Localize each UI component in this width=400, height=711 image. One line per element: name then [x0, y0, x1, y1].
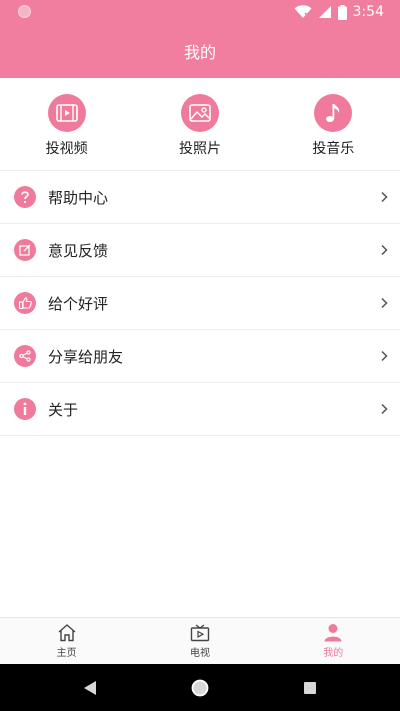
cast-photo-button[interactable]: 投照片: [133, 78, 266, 170]
page-title: 我的: [183, 43, 216, 62]
home-nav-button[interactable]: [145, 678, 255, 698]
battery-icon: [337, 4, 347, 20]
cast-music-label: 投音乐: [312, 141, 355, 157]
tab-home[interactable]: 主页: [0, 618, 133, 664]
status-icons: 3:54: [294, 3, 384, 21]
tv-icon: [190, 624, 210, 642]
share-icon: [14, 345, 36, 367]
recents-square-icon: [304, 681, 316, 694]
chevron-right-icon: [381, 403, 388, 415]
cast-video-button[interactable]: 投视频: [0, 78, 133, 170]
photo-icon: [180, 94, 219, 132]
status-bar: 3:54: [0, 0, 400, 24]
signal-icon: [318, 6, 331, 18]
tab-mine[interactable]: 我的: [267, 618, 400, 664]
help-icon: [14, 186, 36, 208]
home-icon: [58, 624, 76, 642]
back-triangle-icon: [84, 680, 96, 695]
tab-tv-label: 电视: [189, 648, 210, 659]
system-nav-bar: [0, 664, 400, 711]
info-icon: [14, 398, 36, 420]
menu-item-share-label: 分享给朋友: [48, 347, 124, 366]
menu-item-rate[interactable]: 给个好评: [0, 277, 400, 330]
tab-mine-label: 我的: [323, 648, 344, 659]
home-circle-icon: [191, 679, 209, 696]
menu-item-help[interactable]: 帮助中心: [0, 171, 400, 224]
settings-menu: 帮助中心 意见反馈 给个好评 分享给朋友 关于: [0, 171, 400, 436]
notification-dot-icon: [18, 5, 31, 18]
menu-item-share[interactable]: 分享给朋友: [0, 330, 400, 383]
cast-actions: 投视频 投照片 投音乐: [0, 78, 400, 170]
music-icon: [314, 94, 353, 132]
chevron-right-icon: [381, 244, 388, 256]
menu-item-feedback[interactable]: 意见反馈: [0, 224, 400, 277]
video-icon: [47, 94, 86, 132]
user-icon: [324, 624, 342, 642]
cast-photo-label: 投照片: [178, 141, 221, 157]
menu-item-help-label: 帮助中心: [48, 188, 109, 207]
recents-button[interactable]: [255, 681, 365, 695]
wifi-icon: [294, 5, 312, 18]
tab-tv[interactable]: 电视: [133, 618, 266, 664]
chevron-right-icon: [381, 297, 388, 309]
header: 我的: [0, 24, 400, 78]
edit-icon: [14, 239, 36, 261]
chevron-right-icon: [381, 191, 388, 203]
chevron-right-icon: [381, 350, 388, 362]
cast-music-button[interactable]: 投音乐: [267, 78, 400, 170]
cast-video-label: 投视频: [45, 141, 88, 157]
menu-item-about-label: 关于: [48, 400, 79, 419]
menu-item-about[interactable]: 关于: [0, 383, 400, 436]
thumbs-up-icon: [14, 292, 36, 314]
bottom-tab-bar: 主页 电视 我的: [0, 617, 400, 664]
back-button[interactable]: [35, 680, 145, 696]
status-time: 3:54: [352, 4, 384, 20]
menu-item-rate-label: 给个好评: [48, 294, 109, 313]
tab-home-label: 主页: [56, 648, 77, 659]
menu-item-feedback-label: 意见反馈: [48, 241, 109, 260]
